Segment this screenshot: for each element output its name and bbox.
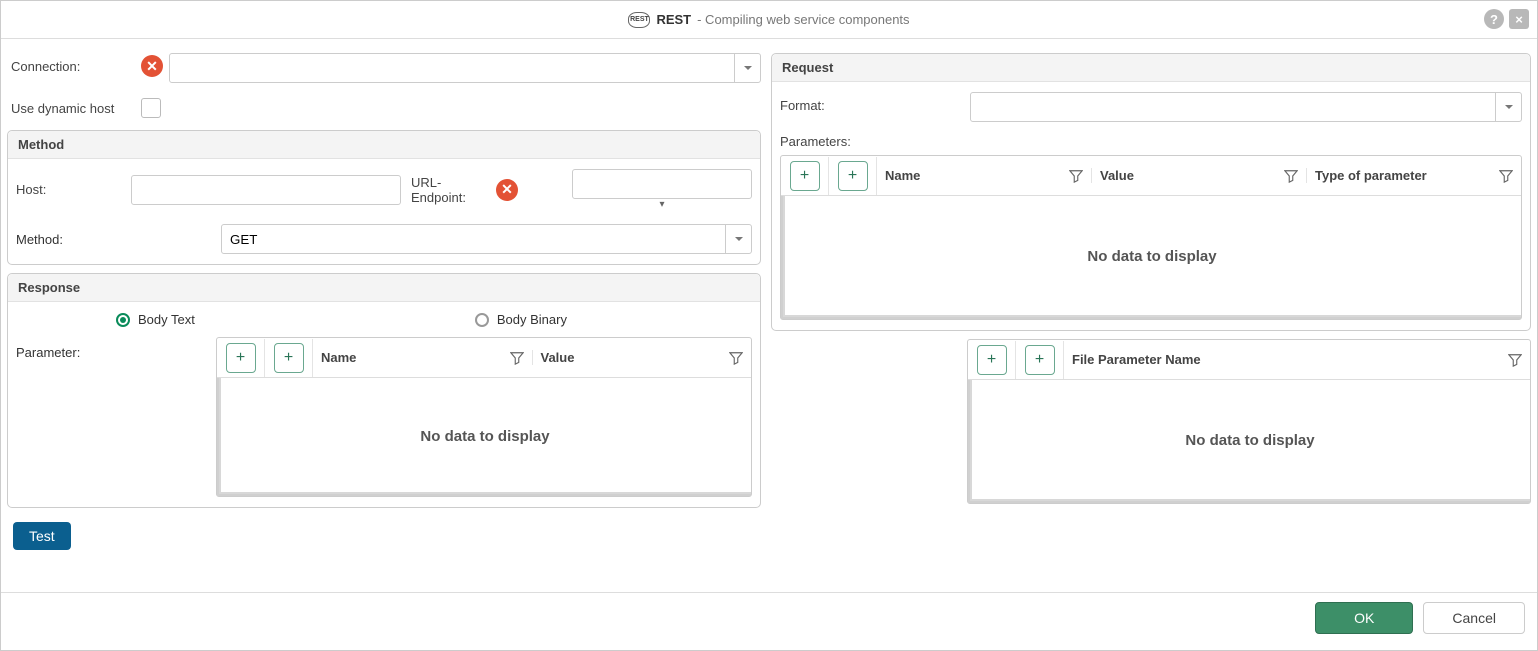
add-req-param-button[interactable]: + xyxy=(790,161,820,191)
dynamic-host-row: Use dynamic host xyxy=(7,95,765,118)
format-caret-icon[interactable] xyxy=(1495,93,1521,121)
request-panel-header: Request xyxy=(772,54,1530,82)
request-panel: Request Format: Parameters: + + Name xyxy=(771,53,1531,331)
close-icon[interactable]: × xyxy=(1509,9,1529,29)
rest-icon: REST xyxy=(628,12,650,28)
method-caret-icon[interactable] xyxy=(725,225,751,253)
help-icon[interactable]: ? xyxy=(1484,9,1504,29)
method-input[interactable] xyxy=(222,225,725,253)
parameter-label: Parameter: xyxy=(16,337,206,360)
host-input-wrap[interactable] xyxy=(131,175,401,205)
request-params-grid: + + Name Value Type of parameter xyxy=(780,155,1522,320)
dialog-footer: OK Cancel xyxy=(1,592,1537,642)
request-grid-empty: No data to display xyxy=(781,196,1521,319)
filter-icon[interactable] xyxy=(1508,353,1522,367)
parameters-label: Parameters: xyxy=(780,134,1522,149)
body-binary-label: Body Binary xyxy=(497,312,567,327)
host-input[interactable] xyxy=(132,176,400,204)
chevron-down-icon[interactable]: ▾ xyxy=(659,199,664,210)
req-col-type-header: Type of parameter xyxy=(1315,168,1427,183)
url-endpoint-input-wrap[interactable] xyxy=(572,169,752,199)
test-button[interactable]: Test xyxy=(13,522,71,550)
url-error-icon: ✕ xyxy=(496,179,518,201)
title-main: REST xyxy=(656,12,691,27)
response-panel-header: Response xyxy=(8,274,760,302)
filter-icon[interactable] xyxy=(1499,169,1513,183)
body-binary-radio[interactable]: Body Binary xyxy=(475,312,567,327)
format-label: Format: xyxy=(780,92,970,113)
method-label: Method: xyxy=(16,232,211,247)
filter-icon[interactable] xyxy=(1069,169,1083,183)
add-param-button[interactable]: + xyxy=(226,343,256,373)
radio-icon xyxy=(475,313,489,327)
titlebar: REST REST - Compiling web service compon… xyxy=(1,1,1537,39)
add-file-param-button[interactable]: + xyxy=(977,345,1007,375)
response-params-grid: + + Name Value No data to display xyxy=(216,337,752,497)
format-combo[interactable] xyxy=(970,92,1522,122)
method-combo[interactable] xyxy=(221,224,752,254)
error-icon: ✕ xyxy=(141,55,163,77)
radio-icon xyxy=(116,313,130,327)
connection-input[interactable] xyxy=(170,54,734,82)
url-endpoint-input[interactable] xyxy=(573,170,751,198)
host-label: Host: xyxy=(16,182,121,197)
add-file-param-button-2[interactable]: + xyxy=(1025,345,1055,375)
file-grid-empty: No data to display xyxy=(968,380,1530,503)
method-panel: Method Host: URL-Endpoint: ✕ ▾ Method: xyxy=(7,130,761,265)
cancel-button[interactable]: Cancel xyxy=(1423,602,1525,634)
body-text-radio[interactable]: Body Text xyxy=(116,312,195,327)
response-panel: Response Body Text Body Binary Parameter… xyxy=(7,273,761,508)
dynamic-host-checkbox[interactable] xyxy=(141,98,161,118)
filter-icon[interactable] xyxy=(1284,169,1298,183)
response-grid-empty: No data to display xyxy=(217,378,751,496)
col-value-header: Value xyxy=(541,350,575,365)
format-input[interactable] xyxy=(971,93,1495,121)
req-col-value-header: Value xyxy=(1100,168,1134,183)
req-col-name-header: Name xyxy=(885,168,920,183)
ok-button[interactable]: OK xyxy=(1315,602,1413,634)
title-sub: - Compiling web service components xyxy=(697,12,909,27)
connection-label: Connection: xyxy=(11,53,141,74)
connection-caret-icon[interactable] xyxy=(734,54,760,82)
body-text-label: Body Text xyxy=(138,312,195,327)
connection-row: Connection: ✕ xyxy=(7,53,765,83)
filter-icon[interactable] xyxy=(510,351,524,365)
connection-combo[interactable] xyxy=(169,53,761,83)
add-req-param-button-2[interactable]: + xyxy=(838,161,868,191)
add-param-button-2[interactable]: + xyxy=(274,343,304,373)
filter-icon[interactable] xyxy=(729,351,743,365)
file-params-grid: + + File Parameter Name No data to displ… xyxy=(967,339,1531,504)
dynamic-host-label: Use dynamic host xyxy=(11,95,141,116)
url-endpoint-label: URL-Endpoint: xyxy=(411,175,486,205)
method-panel-header: Method xyxy=(8,131,760,159)
col-name-header: Name xyxy=(321,350,356,365)
file-param-col-header: File Parameter Name xyxy=(1072,352,1201,367)
